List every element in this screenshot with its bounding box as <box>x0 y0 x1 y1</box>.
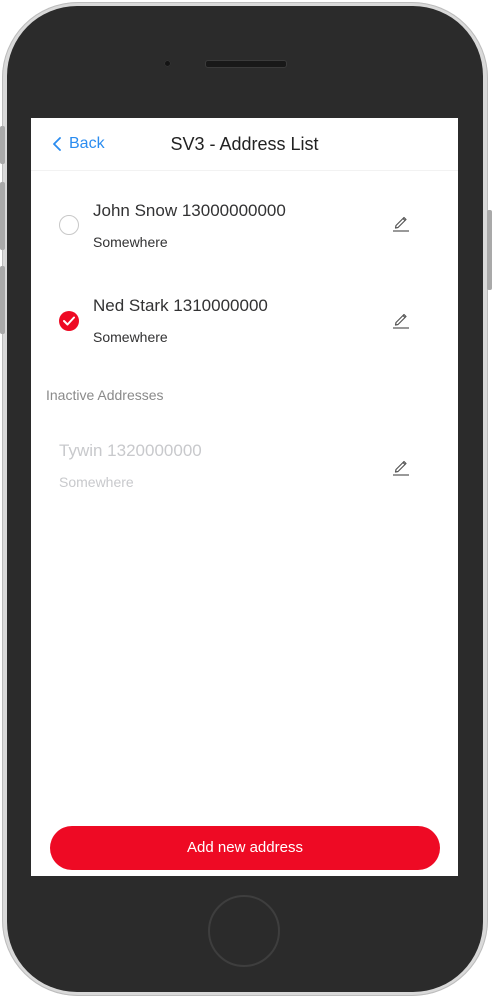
add-new-address-button[interactable]: Add new address <box>50 826 440 870</box>
nav-bar: Back SV3 - Address List <box>31 118 458 171</box>
inactive-section-label: Inactive Addresses <box>46 387 164 403</box>
address-name-phone: John Snow 13000000000 <box>93 201 286 220</box>
check-icon <box>63 316 75 326</box>
address-radio[interactable] <box>59 215 79 235</box>
pencil-icon[interactable] <box>391 212 411 232</box>
address-name-phone: Tywin 1320000000 <box>59 441 202 460</box>
pencil-icon[interactable] <box>391 456 411 476</box>
front-camera <box>164 60 171 67</box>
address-item[interactable]: Ned Stark 1310000000 Somewhere <box>31 291 458 361</box>
address-location: Somewhere <box>93 234 168 250</box>
power-button <box>487 210 492 290</box>
address-location: Somewhere <box>59 474 134 490</box>
home-button[interactable] <box>208 895 280 967</box>
volume-down-button <box>0 266 5 334</box>
address-radio-selected[interactable] <box>59 311 79 331</box>
phone-frame: Back SV3 - Address List John Snow 130000… <box>0 0 492 1000</box>
inactive-address-item: Tywin 1320000000 Somewhere <box>31 436 458 506</box>
address-item[interactable]: John Snow 13000000000 Somewhere <box>31 196 458 266</box>
address-name-phone: Ned Stark 1310000000 <box>93 296 268 315</box>
volume-up-button <box>0 182 5 250</box>
pencil-icon[interactable] <box>391 309 411 329</box>
mute-switch <box>0 126 5 164</box>
earpiece-speaker <box>205 60 287 68</box>
address-location: Somewhere <box>93 329 168 345</box>
app-screen: Back SV3 - Address List John Snow 130000… <box>31 118 458 876</box>
page-title: SV3 - Address List <box>170 134 319 154</box>
